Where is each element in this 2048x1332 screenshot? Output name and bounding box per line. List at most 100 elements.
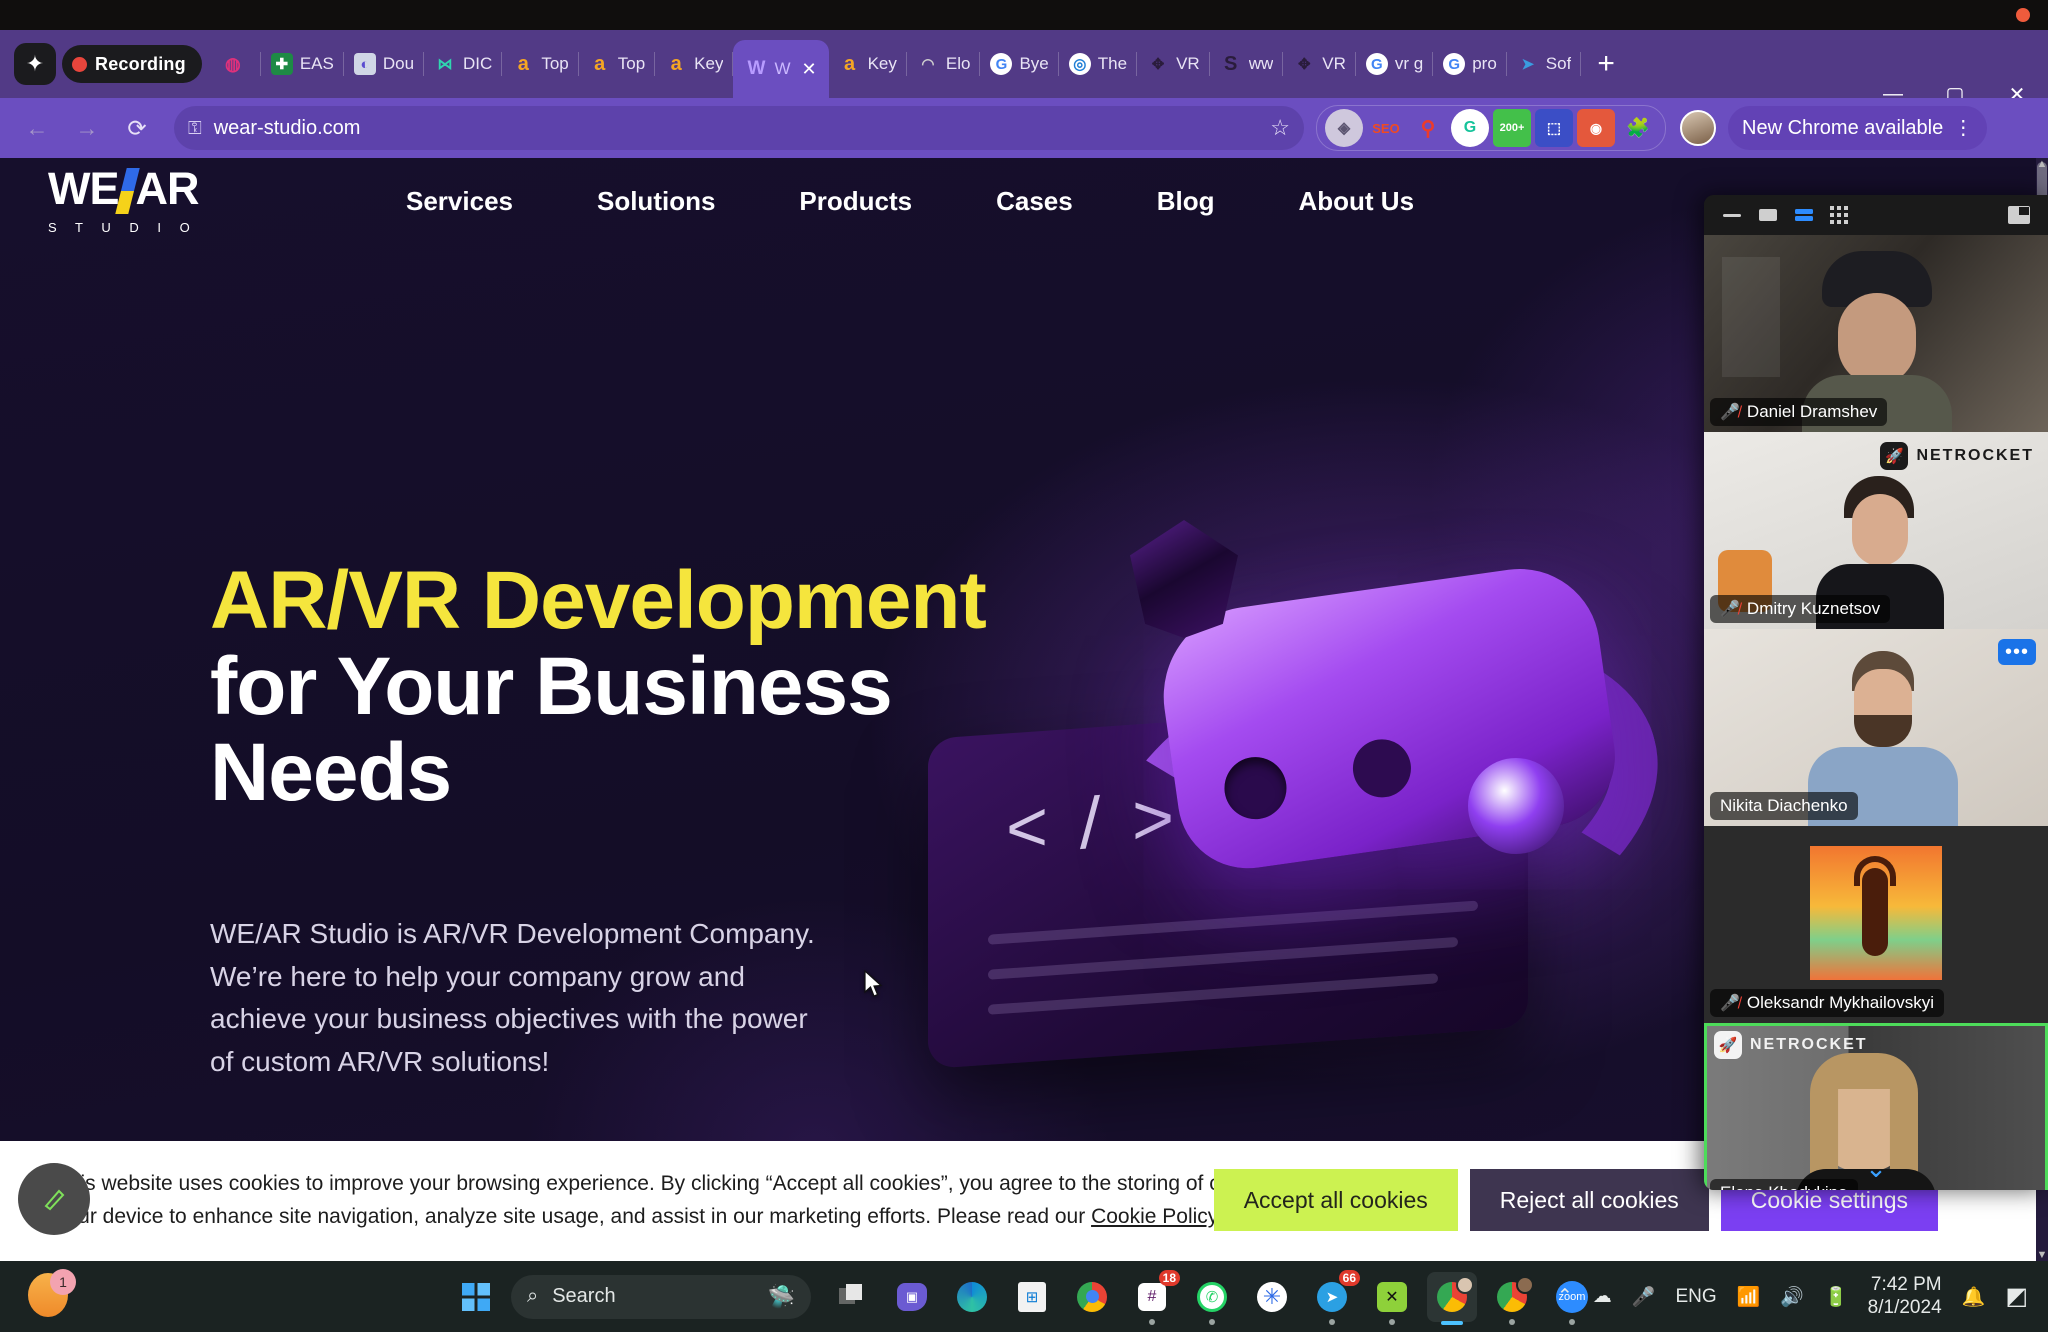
browser-tab[interactable]: ✥ VR (1137, 39, 1210, 89)
browser-tab[interactable]: G vr g (1356, 39, 1434, 89)
nav-item-blog[interactable]: Blog (1157, 186, 1215, 217)
ai-sparkle-icon[interactable]: ✦ (14, 43, 56, 85)
browser-tab[interactable]: G pro (1433, 39, 1507, 89)
new-tab-button[interactable]: + (1581, 49, 1631, 79)
counter-extension-icon[interactable]: 200+ (1493, 109, 1531, 147)
avatar[interactable] (1680, 110, 1716, 146)
widgets-icon[interactable]: 🛸 (768, 1284, 795, 1310)
asterisk-app-icon[interactable]: ✳ (1247, 1272, 1297, 1322)
cookie-settings-icon[interactable] (18, 1163, 90, 1235)
system-tray[interactable]: ⌃ ☁ 🎤 ENG 📶 🔊 🔋 7:42 PM 8/1/2024 🔔 ◩ (1557, 1274, 2028, 1319)
slack-icon[interactable]: # 18 (1127, 1269, 1180, 1325)
browser-tab[interactable]: a Top (579, 39, 656, 89)
microsoft-store-icon[interactable]: ⊞ (1007, 1272, 1057, 1322)
chrome-update-button[interactable]: New Chrome available ⋮ (1728, 106, 1988, 150)
onedrive-icon[interactable]: ☁ (1593, 1285, 1612, 1308)
whatsapp-icon[interactable]: ✆ (1187, 1272, 1237, 1325)
browser-tab[interactable]: ◐ Dou (344, 39, 425, 89)
speaker-view-icon[interactable] (1758, 207, 1778, 223)
camera-extension-icon[interactable]: ◉ (1577, 109, 1615, 147)
wifi-icon[interactable]: 📶 (1737, 1285, 1761, 1309)
browser-tab[interactable]: a Top (502, 39, 580, 89)
participant-tile[interactable]: 🎤̸ Daniel Dramshev (1704, 235, 2048, 432)
browser-tabstrip[interactable]: ✦ Recording ◍ ✚ EAS ◐ Dou ⋈ DIC a Top a … (0, 30, 2048, 106)
browser-tab[interactable]: ✚ EAS (261, 39, 344, 89)
windows-taskbar[interactable]: 1 ⌕ Search 🛸 ▣ ⊞ # 18 ✆ ✳ ➤ 66 ✕ zoom ⌃ … (0, 1261, 2048, 1332)
back-icon[interactable]: ← (14, 105, 60, 151)
extensions-group[interactable]: ◈ SEO ⚲ G 200+ ⬚ ◉ 🧩 (1316, 105, 1666, 151)
cookie-policy-link[interactable]: Cookie Policy (1091, 1205, 1217, 1228)
participant-tile[interactable]: 🎤̸ Oleksandr Mykhailovskyi (1704, 826, 2048, 1023)
language-indicator[interactable]: ENG (1675, 1286, 1716, 1308)
browser-tab[interactable]: G Bye (980, 39, 1060, 89)
copilot-icon[interactable]: ◩ (2005, 1282, 2028, 1311)
nav-item-services[interactable]: Services (406, 186, 513, 217)
browser-menu-icon[interactable]: ⋮ (1953, 118, 1973, 138)
tab-list[interactable]: ◍ ✚ EAS ◐ Dou ⋈ DIC a Top a Top a Key W … (212, 30, 1631, 98)
reload-icon[interactable]: ⟳ (114, 105, 160, 151)
strip-view-icon[interactable] (1794, 207, 1814, 223)
browser-tab[interactable]: ✥ VR (1283, 39, 1356, 89)
nav-item-products[interactable]: Products (799, 186, 912, 217)
participant-tile[interactable]: 🚀 NETROCKET 🎤̸ Dmitry Kuznetsov (1704, 432, 2048, 629)
ghost-extension-icon[interactable]: ◈ (1325, 109, 1363, 147)
participant-tile[interactable]: ••• Nikita Diachenko (1704, 629, 2048, 826)
browser-tab[interactable]: a Key (655, 39, 734, 89)
telegram-icon[interactable]: ➤ 66 (1307, 1269, 1360, 1325)
address-bar[interactable]: ⚿ wear-studio.com ☆ (174, 106, 1304, 150)
recording-pill[interactable]: Recording (62, 45, 202, 83)
edge-icon[interactable] (947, 1272, 997, 1322)
chevron-down-icon[interactable]: ⌄ (1704, 1153, 2048, 1184)
forward-icon[interactable]: → (64, 105, 110, 151)
grammarly-extension-icon[interactable]: G (1451, 109, 1489, 147)
nav-item-about-us[interactable]: About Us (1299, 186, 1415, 217)
task-view-icon[interactable] (827, 1272, 877, 1322)
pip-view-icon[interactable] (2008, 206, 2030, 224)
taskbar-apps[interactable]: ⌕ Search 🛸 ▣ ⊞ # 18 ✆ ✳ ➤ 66 ✕ zoom (451, 1269, 1597, 1325)
site-nav-links[interactable]: Services Solutions Products Cases Blog A… (406, 186, 1414, 217)
browser-tab[interactable]: ◎ The (1059, 39, 1138, 89)
microphone-icon[interactable]: 🎤 (1632, 1285, 1656, 1309)
notification-app-icon[interactable]: 1 (28, 1269, 76, 1321)
grid-view-icon[interactable] (1830, 206, 1848, 224)
browser-tab[interactable]: a Key (829, 39, 908, 89)
browser-tab[interactable]: ⋈ DIC (424, 39, 503, 89)
nav-item-solutions[interactable]: Solutions (597, 186, 715, 217)
more-options-icon[interactable]: ••• (1998, 639, 2036, 665)
chrome-icon[interactable] (1067, 1272, 1117, 1322)
extensions-icon[interactable]: 🧩 (1619, 109, 1657, 147)
puzzle-extension-icon[interactable]: ⬚ (1535, 109, 1573, 147)
bookmark-star-icon[interactable]: ☆ (1270, 115, 1290, 141)
nav-item-cases[interactable]: Cases (996, 186, 1073, 217)
minimize-view-icon[interactable] (1722, 210, 1742, 220)
video-view-controls[interactable] (1704, 195, 2048, 235)
location-pin-extension-icon[interactable]: ⚲ (1409, 109, 1447, 147)
scroll-up-icon[interactable]: ▲ (2036, 158, 2048, 170)
accept-all-cookies-button[interactable]: Accept all cookies (1213, 1169, 1458, 1231)
close-icon[interactable]: ✕ (802, 59, 817, 80)
site-logo[interactable]: WE AR S T U D I O (48, 166, 216, 235)
chrome-profile-icon[interactable] (1427, 1271, 1477, 1325)
browser-tab[interactable]: S ww (1210, 39, 1284, 89)
reject-all-cookies-button[interactable]: Reject all cookies (1469, 1169, 1709, 1231)
browser-toolbar[interactable]: ← → ⟳ ⚿ wear-studio.com ☆ ◈ SEO ⚲ G 200+… (0, 98, 2048, 158)
site-info-icon[interactable]: ⚿ (188, 118, 202, 139)
browser-tab-active[interactable]: W W ✕ (733, 40, 829, 98)
volume-icon[interactable]: 🔊 (1780, 1285, 1804, 1309)
show-hidden-icons-icon[interactable]: ⌃ (1557, 1285, 1573, 1308)
notification-bell-icon[interactable]: 🔔 (1962, 1285, 1986, 1309)
participant-name: Daniel Dramshev (1746, 402, 1878, 421)
browser-tab[interactable]: ◍ (212, 39, 261, 89)
video-call-panel[interactable]: 🎤̸ Daniel Dramshev 🚀 NETROCKET 🎤̸ Dmitry… (1704, 195, 2048, 1190)
start-button[interactable] (451, 1272, 501, 1322)
jira-icon[interactable]: ✕ (1367, 1272, 1417, 1325)
clock[interactable]: 7:42 PM 8/1/2024 (1868, 1274, 1942, 1319)
seo-extension-icon[interactable]: SEO (1367, 109, 1405, 147)
teams-icon[interactable]: ▣ (887, 1272, 937, 1322)
chrome-profile2-icon[interactable] (1487, 1272, 1537, 1325)
browser-tab[interactable]: ◠ Elo (907, 39, 981, 89)
browser-tab[interactable]: ➤ Sof (1507, 39, 1582, 89)
battery-icon[interactable]: 🔋 (1824, 1285, 1848, 1309)
scroll-down-icon[interactable]: ▼ (2036, 1249, 2048, 1261)
search-input[interactable]: ⌕ Search 🛸 (511, 1274, 811, 1319)
